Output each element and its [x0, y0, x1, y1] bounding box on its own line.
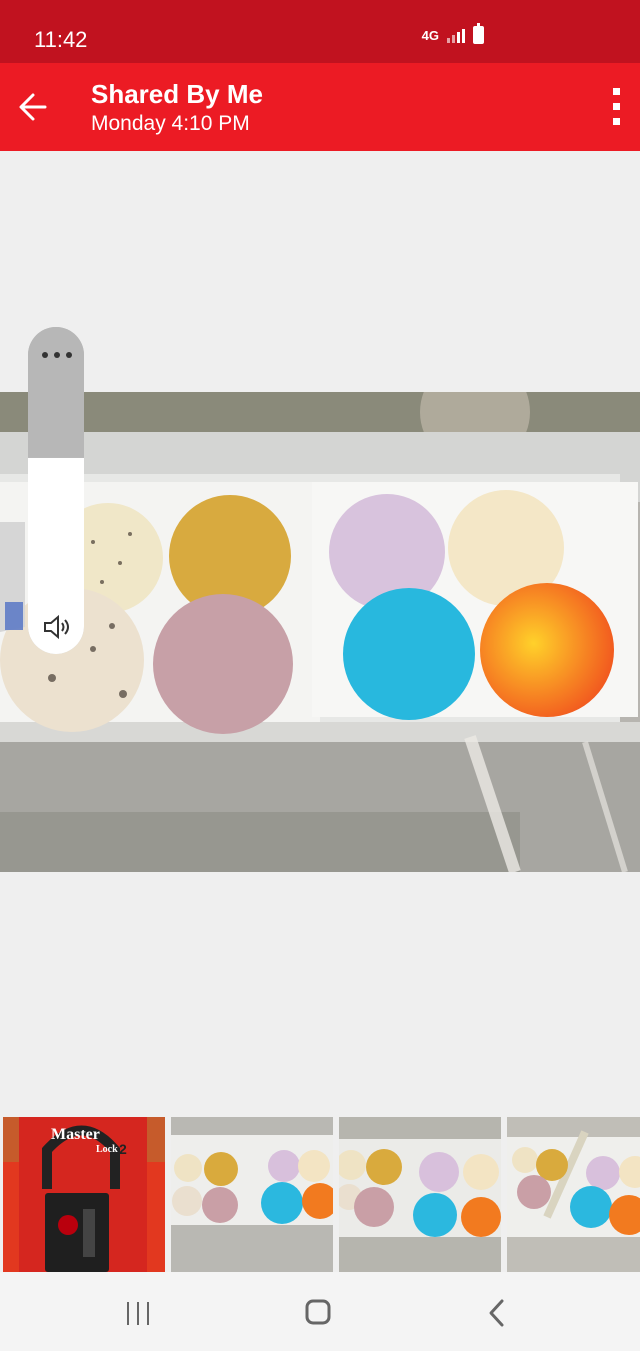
more-options-button[interactable] [608, 88, 624, 126]
status-icons: 4G [421, 23, 484, 44]
back-button[interactable] [14, 87, 54, 127]
network-4g-icon: 4G [421, 27, 439, 43]
svg-text:2: 2 [119, 1141, 127, 1157]
home-button[interactable] [298, 1296, 338, 1330]
more-horizontal-icon[interactable] [42, 352, 72, 360]
home-icon [305, 1299, 331, 1325]
navigation-bar [0, 1272, 640, 1351]
svg-text:Lock: Lock [96, 1144, 118, 1155]
recents-icon [127, 1302, 149, 1325]
signal-icon [447, 27, 465, 43]
thumb-freezer-photo-3[interactable] [507, 1117, 640, 1272]
speaker-icon[interactable] [42, 613, 74, 641]
battery-icon [473, 23, 484, 44]
ice-cream-freezer-photo[interactable] [0, 392, 640, 872]
page-title: Shared By Me [91, 79, 263, 109]
recents-button[interactable] [118, 1296, 158, 1330]
volume-track-empty [28, 327, 84, 457]
page-subtitle: Monday 4:10 PM [91, 112, 250, 135]
back-arrow-icon [19, 93, 47, 121]
more-vertical-icon [613, 88, 620, 95]
nav-back-icon [489, 1299, 504, 1327]
thumb-freezer-photo-2[interactable] [339, 1117, 501, 1272]
master-lock-logo-text: Master [51, 1126, 100, 1143]
nav-back-button[interactable] [478, 1296, 518, 1330]
volume-slider[interactable] [28, 327, 84, 654]
thumb-lock-photo[interactable]: Master Lock 2 [3, 1117, 165, 1272]
app-bar: Shared By Me Monday 4:10 PM [0, 63, 640, 151]
status-time: 11:42 [34, 27, 88, 52]
thumbnail-strip: Master Lock 2 [0, 1117, 640, 1272]
thumb-freezer-photo-1[interactable] [171, 1117, 333, 1272]
freezer-image [0, 392, 640, 872]
status-bar: 11:42 4G [0, 0, 640, 63]
